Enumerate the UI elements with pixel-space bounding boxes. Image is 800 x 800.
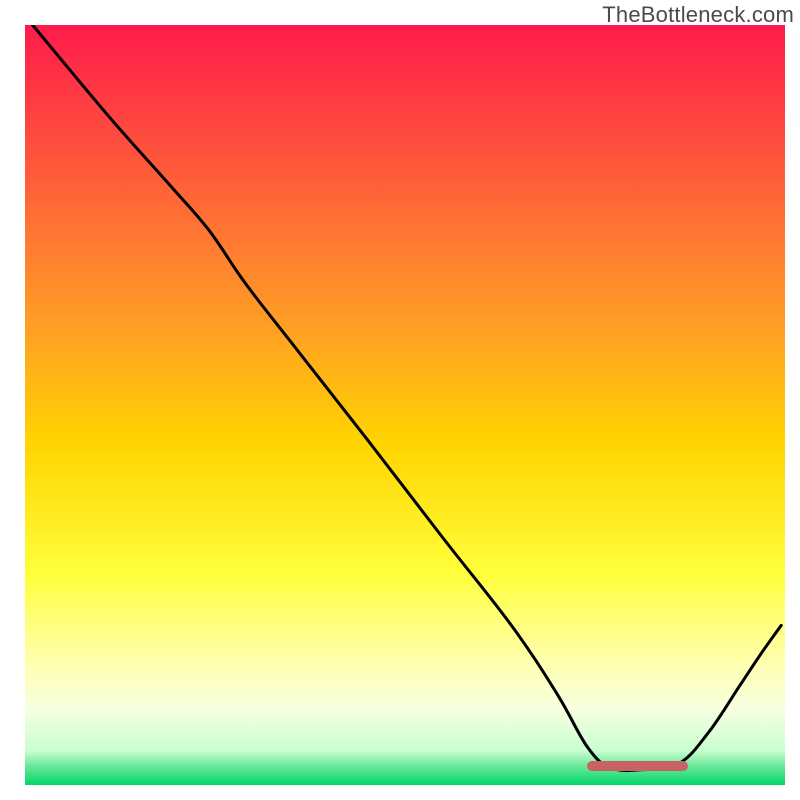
gradient-background xyxy=(25,25,785,785)
chart-svg xyxy=(25,25,785,785)
chart-canvas: TheBottleneck.com xyxy=(0,0,800,800)
plot-area xyxy=(25,25,785,785)
optimal-range-marker xyxy=(587,761,688,771)
watermark-text: TheBottleneck.com xyxy=(602,2,794,28)
